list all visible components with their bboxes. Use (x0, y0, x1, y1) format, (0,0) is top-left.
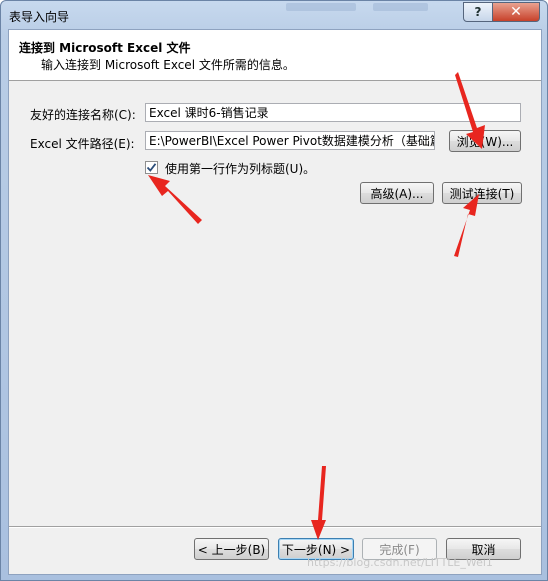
page-subtitle: 输入连接到 Microsoft Excel 文件所需的信息。 (41, 58, 295, 72)
test-connection-button[interactable]: 测试连接(T) (442, 182, 522, 204)
help-icon: ? (474, 5, 482, 19)
footer-separator (9, 526, 541, 528)
connection-name-label: 友好的连接名称(C): (30, 108, 136, 122)
page-title: 连接到 Microsoft Excel 文件 (19, 41, 191, 55)
dialog-body: 连接到 Microsoft Excel 文件 输入连接到 Microsoft E… (8, 29, 542, 575)
checkmark-icon (146, 163, 157, 172)
window-title: 表导入向导 (9, 10, 70, 24)
blurred-region (373, 3, 428, 11)
file-path-input[interactable]: E:\PowerBI\Excel Power Pivot数据建模分析（基础篇）\… (145, 131, 435, 150)
browse-button[interactable]: 浏览(W)... (449, 130, 521, 152)
connection-name-input[interactable]: Excel 课时6-销售记录 (145, 103, 521, 122)
first-row-header-checkbox[interactable] (145, 161, 158, 174)
first-row-header-label: 使用第一行作为列标题(U)。 (165, 162, 316, 176)
advanced-button[interactable]: 高级(A)... (360, 182, 434, 204)
help-button[interactable]: ? (463, 2, 493, 22)
watermark: https://blog.csdn.net/LITTLE_Wei1 (307, 556, 493, 569)
close-button[interactable]: ✕ (492, 2, 540, 22)
wizard-header: 连接到 Microsoft Excel 文件 输入连接到 Microsoft E… (9, 30, 541, 81)
close-icon: ✕ (510, 4, 522, 20)
import-wizard-window: 表导入向导 ? ✕ 连接到 Microsoft Excel 文件 输入连接到 M… (0, 0, 548, 581)
title-bar[interactable]: 表导入向导 ? ✕ (1, 1, 547, 29)
blurred-region (286, 3, 356, 11)
back-button[interactable]: < 上一步(B) (194, 538, 269, 560)
file-path-label: Excel 文件路径(E): (30, 137, 135, 151)
